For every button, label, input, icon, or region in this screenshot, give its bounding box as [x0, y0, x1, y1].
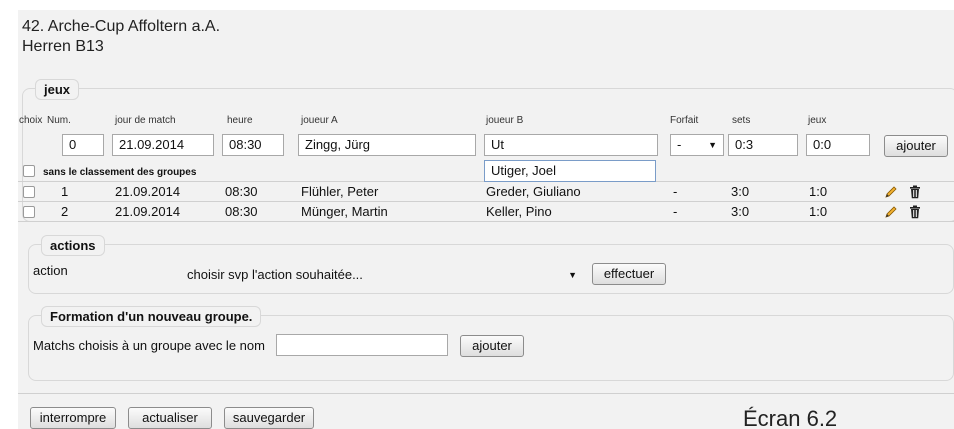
header-num: Num. — [47, 115, 71, 126]
row-checkbox[interactable] — [23, 206, 35, 218]
page-subtitle: Herren B13 — [22, 38, 104, 55]
row-games: 1:0 — [809, 184, 828, 199]
sets-input[interactable]: 0:3 — [728, 134, 798, 156]
row-date: 21.09.2014 — [115, 184, 181, 199]
header-sets: sets — [732, 115, 751, 126]
header-forfeit: Forfait — [670, 115, 699, 126]
row-player-a: Flühler, Peter — [301, 184, 379, 199]
row-checkbox[interactable] — [23, 186, 35, 198]
date-input[interactable]: 21.09.2014 — [112, 134, 214, 156]
action-label: action — [33, 263, 68, 278]
games-score-input[interactable]: 0:0 — [806, 134, 870, 156]
player-a-input[interactable]: Zingg, Jürg — [298, 134, 476, 156]
row-forfeit: - — [673, 204, 678, 219]
action-select[interactable]: choisir svp l'action souhaitée... ▼ — [180, 264, 584, 286]
row-player-a: Münger, Martin — [301, 204, 388, 219]
player-b-autocomplete-option[interactable]: Utiger, Joel — [484, 160, 656, 182]
group-checkbox[interactable] — [23, 165, 35, 177]
forfeit-select[interactable]: - ▼ — [670, 134, 724, 156]
row-forfeit: - — [673, 184, 678, 199]
execute-button[interactable]: effectuer — [592, 263, 666, 285]
row-player-b: Greder, Giuliano — [486, 184, 581, 199]
group-name-input[interactable] — [276, 334, 448, 356]
header-date: jour de match — [115, 115, 176, 126]
chevron-down-icon: ▼ — [568, 270, 577, 280]
trash-icon[interactable] — [908, 205, 922, 219]
row-sets: 3:0 — [731, 204, 750, 219]
games-legend: jeux — [35, 79, 80, 100]
table-row: 1 21.09.2014 08:30 Flühler, Peter Greder… — [18, 182, 954, 202]
row-date: 21.09.2014 — [115, 204, 181, 219]
forfeit-select-value: - — [677, 137, 682, 152]
screen-caption: Écran 6.2 — [743, 406, 838, 429]
footer-divider — [18, 393, 954, 394]
player-b-input[interactable]: Ut — [484, 134, 658, 156]
row-num: 2 — [61, 204, 69, 219]
header-games: jeux — [808, 115, 827, 126]
row-time: 08:30 — [225, 184, 258, 199]
add-game-button[interactable]: ajouter — [884, 135, 948, 157]
header-player-b: joueur B — [486, 115, 524, 126]
group-label: sans le classement des groupes — [43, 167, 197, 178]
page-title: 42. Arche-Cup Affoltern a.A. — [22, 18, 221, 35]
group-legend: Formation d'un nouveau groupe. — [41, 306, 262, 327]
pencil-icon[interactable] — [884, 205, 898, 219]
action-select-value: choisir svp l'action souhaitée... — [187, 267, 363, 282]
refresh-button[interactable]: actualiser — [128, 407, 212, 429]
trash-icon[interactable] — [908, 185, 922, 199]
row-num: 1 — [61, 184, 69, 199]
num-input[interactable]: 0 — [62, 134, 104, 156]
header-player-a: joueur A — [301, 115, 338, 126]
time-input[interactable]: 08:30 — [222, 134, 284, 156]
row-games: 1:0 — [809, 204, 828, 219]
header-choice: choix — [19, 115, 43, 126]
save-button[interactable]: sauvegarder — [224, 407, 314, 429]
add-group-button[interactable]: ajouter — [460, 335, 524, 357]
table-row: 2 21.09.2014 08:30 Münger, Martin Keller… — [18, 202, 954, 222]
row-time: 08:30 — [225, 204, 258, 219]
tournament-page: 42. Arche-Cup Affoltern a.A. Herren B13 … — [18, 10, 954, 429]
row-sets: 3:0 — [731, 184, 750, 199]
abort-button[interactable]: interrompre — [30, 407, 116, 429]
row-player-b: Keller, Pino — [486, 204, 552, 219]
actions-legend: actions — [41, 235, 105, 256]
header-time: heure — [227, 115, 253, 126]
group-name-label: Matchs choisis à un groupe avec le nom — [33, 338, 265, 353]
chevron-down-icon: ▼ — [708, 140, 717, 150]
pencil-icon[interactable] — [884, 185, 898, 199]
